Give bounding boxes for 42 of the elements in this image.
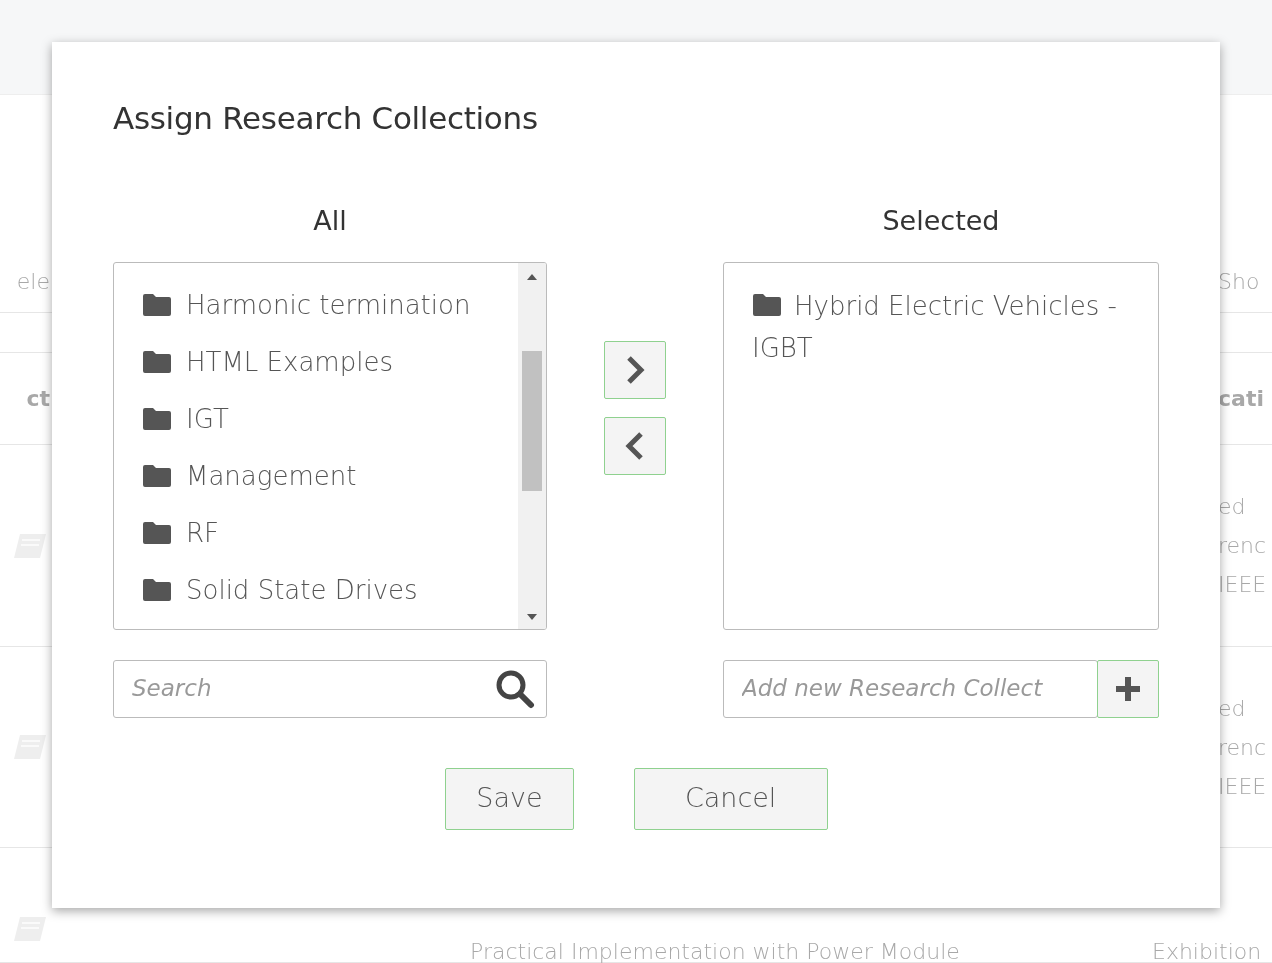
save-button[interactable]: Save (445, 767, 574, 830)
background-text: IEEE (1218, 571, 1268, 599)
folder-icon (142, 350, 172, 375)
column-header: cati (1218, 385, 1265, 413)
dialog-title: Assign Research Collections (113, 100, 539, 138)
folder-icon (752, 292, 782, 317)
list-item[interactable]: Management (142, 451, 518, 509)
list-item[interactable]: Solid State Drives (142, 565, 518, 623)
background-text: renc (1218, 532, 1268, 560)
background-text: ed (1218, 493, 1247, 521)
scroll-thumb[interactable] (522, 350, 542, 491)
move-left-button[interactable] (604, 417, 666, 476)
column-heading: All (312, 204, 348, 239)
folder-icon (142, 464, 172, 489)
search-icon (495, 668, 535, 709)
background-text: ele (16, 267, 50, 296)
background-text: renc (1218, 733, 1268, 762)
background-text: Exhibition (1152, 938, 1263, 962)
folder-icon (142, 407, 172, 432)
folder-icon (142, 578, 172, 603)
column-header: ct (26, 385, 50, 413)
move-right-button[interactable] (604, 341, 666, 400)
list-item[interactable]: HTML Examples (142, 337, 518, 395)
list-item[interactable]: RF (142, 508, 518, 566)
background-text: Sho (1218, 267, 1261, 296)
title-text: Practical Implementation with Power Module (470, 938, 960, 963)
column-heading: Selected (881, 204, 1001, 239)
cancel-button[interactable]: Cancel (633, 767, 828, 830)
list-item[interactable]: IGT (142, 394, 518, 452)
book-icon (12, 531, 48, 560)
search-field[interactable]: Search (113, 659, 547, 718)
background-text: IEEE (1218, 772, 1268, 801)
list-item[interactable]: Hybrid Electric Vehicles - IGBT (724, 262, 1158, 369)
background-text: ed (1218, 694, 1247, 723)
scrollbar[interactable] (518, 262, 546, 629)
scroll-down-icon (526, 612, 538, 621)
folder-icon (142, 521, 172, 546)
folder-icon (142, 293, 172, 318)
book-icon (12, 733, 48, 761)
scroll-up-icon (526, 272, 538, 281)
add-button[interactable] (1097, 659, 1159, 718)
list-item[interactable]: Harmonic termination (142, 280, 518, 338)
